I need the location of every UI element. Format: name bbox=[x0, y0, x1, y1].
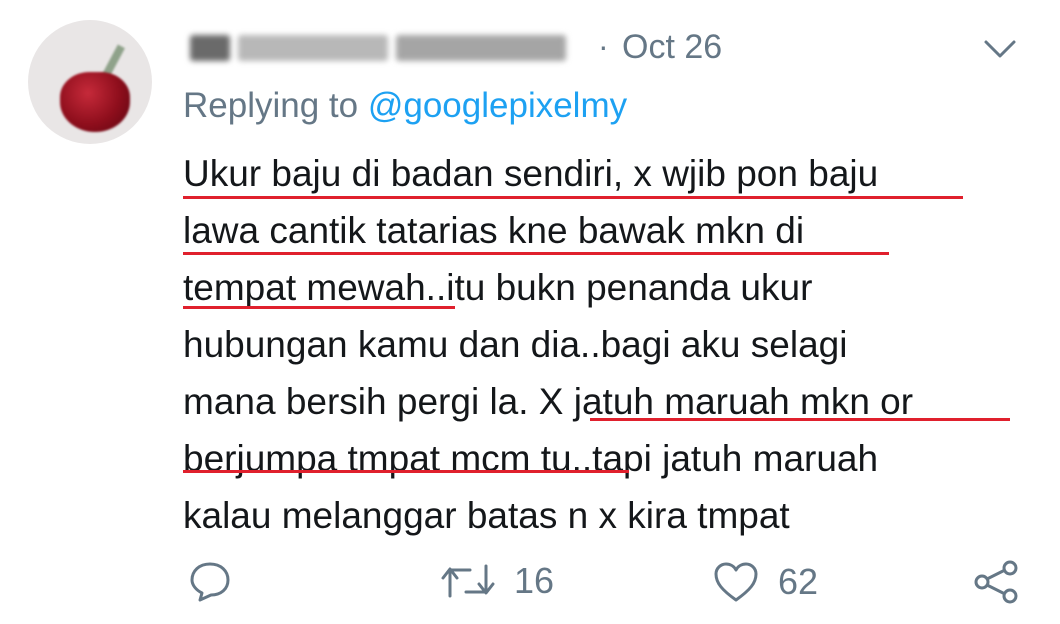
annotation-underline bbox=[590, 418, 1010, 421]
tweet-line: berjumpa tmpat mcm tu..tapi jatuh maruah bbox=[183, 438, 879, 479]
retweet-button[interactable]: 16 bbox=[440, 560, 554, 602]
tweet-text: Ukur baju di badan sendiri, x wjib pon b… bbox=[183, 145, 913, 544]
tweet-date[interactable]: Oct 26 bbox=[622, 28, 722, 67]
annotation-underline bbox=[183, 252, 889, 255]
replying-to: Replying to @googlepixelmy bbox=[183, 86, 627, 126]
annotation-underline bbox=[183, 306, 455, 309]
annotation-underline bbox=[183, 470, 629, 473]
share-button[interactable] bbox=[972, 560, 1020, 604]
retweet-count: 16 bbox=[514, 560, 555, 601]
tweet-line: hubungan kamu dan dia..bagi aku selagi bbox=[183, 324, 848, 365]
speech-bubble-icon bbox=[190, 562, 230, 602]
avatar-image bbox=[60, 72, 130, 132]
reply-button[interactable] bbox=[188, 560, 232, 602]
like-count: 62 bbox=[778, 561, 819, 602]
tweet-line: lawa cantik tatarias kne bawak mkn di bbox=[183, 210, 805, 251]
separator-dot: · bbox=[598, 28, 609, 64]
share-icon bbox=[974, 560, 1018, 604]
blurred-username[interactable] bbox=[190, 30, 590, 66]
retweet-arrows-icon bbox=[441, 564, 495, 598]
avatar[interactable] bbox=[28, 20, 152, 144]
like-button[interactable]: 62 bbox=[712, 560, 818, 604]
chevron-down-icon[interactable] bbox=[980, 38, 1020, 62]
reply-handle-link[interactable]: @googlepixelmy bbox=[368, 86, 627, 125]
tweet-line: mana bersih pergi la. X jatuh maruah mkn… bbox=[183, 381, 914, 422]
tweet-line: Ukur baju di badan sendiri, x wjib pon b… bbox=[183, 153, 879, 194]
tweet-line: kalau melanggar batas n x kira tmpat bbox=[183, 495, 790, 536]
heart-icon bbox=[714, 562, 758, 602]
annotation-underline bbox=[183, 196, 963, 199]
replying-prefix: Replying to bbox=[183, 86, 359, 125]
